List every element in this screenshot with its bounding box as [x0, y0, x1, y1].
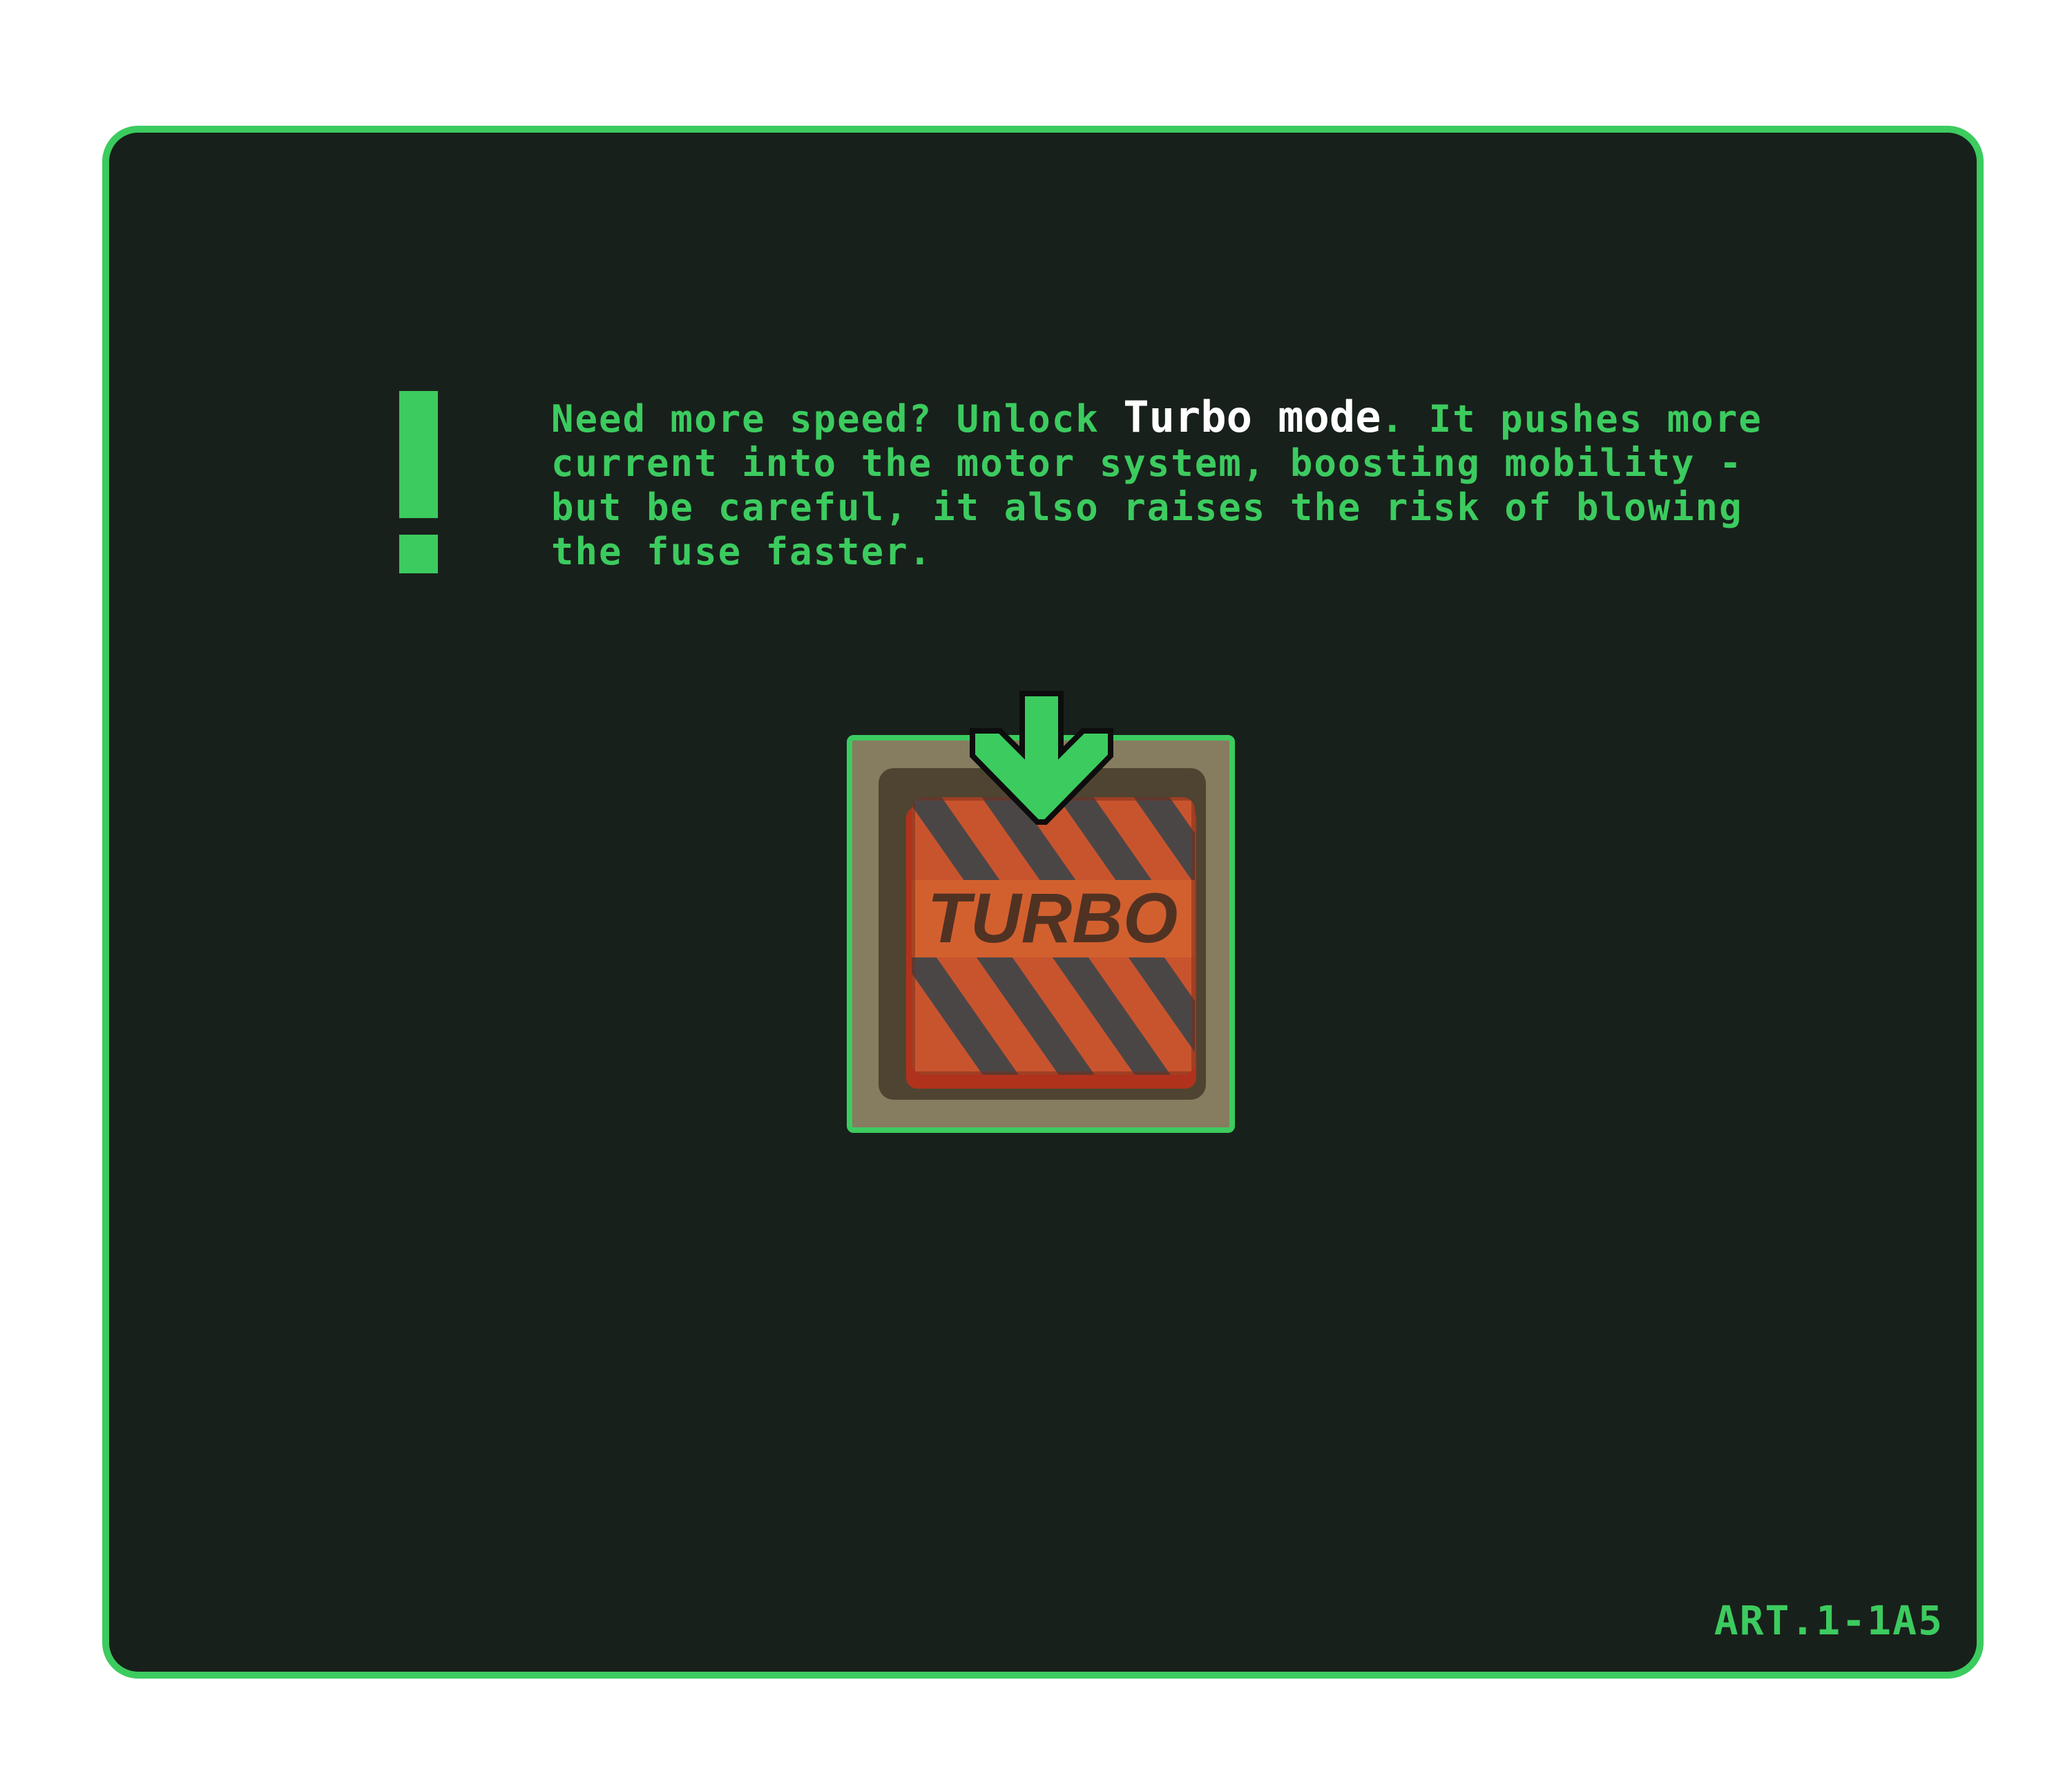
article-code: ART.1-1A5 [1714, 1597, 1944, 1644]
message-line-3: but be careful, it also raises the risk … [551, 486, 1743, 529]
turbo-mode-highlight: Turbo mode [1123, 392, 1381, 442]
message-line-4: the fuse faster. [551, 530, 933, 573]
message-line-1: Need more speed? Unlock Turbo mode. It p… [551, 392, 1763, 442]
tutorial-message: Need more speed? Unlock Turbo mode. It p… [551, 395, 1877, 574]
exclamation-bar [399, 391, 438, 518]
exclamation-dot [399, 535, 438, 573]
arrow-down-icon [970, 691, 1113, 825]
turbo-label: TURBO [928, 879, 1178, 957]
message-line-2: current into the motor system, boosting … [551, 441, 1743, 485]
